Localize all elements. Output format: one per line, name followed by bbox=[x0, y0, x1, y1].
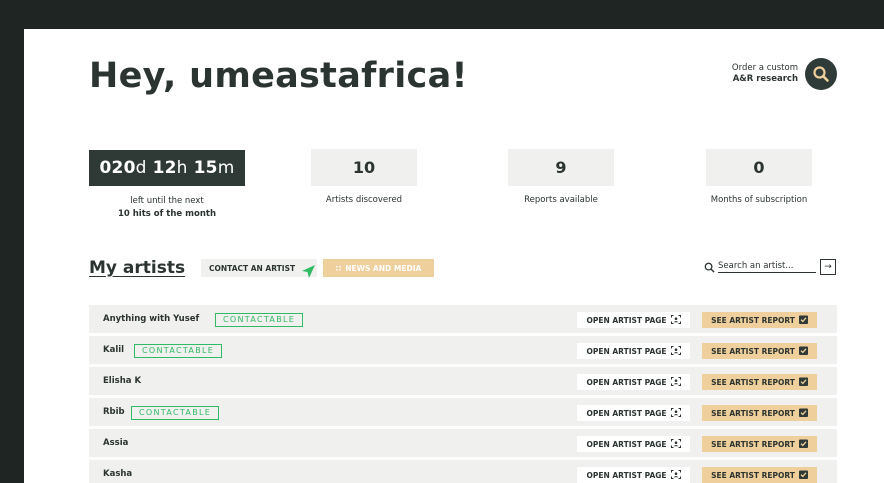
open-artist-page-label: OPEN ARTIST PAGE bbox=[586, 346, 667, 356]
see-artist-report-label: SEE ARTIST REPORT bbox=[711, 470, 795, 480]
see-artist-report-button[interactable]: SEE ARTIST REPORT bbox=[702, 343, 817, 359]
order-research-link[interactable]: Order a custom A&R research bbox=[732, 63, 798, 85]
page-title: Hey, umeastafrica! bbox=[89, 56, 468, 96]
main-card: Hey, umeastafrica! Order a custom A&R re… bbox=[24, 29, 884, 483]
see-artist-report-button[interactable]: SEE ARTIST REPORT bbox=[702, 374, 817, 390]
open-artist-page-label: OPEN ARTIST PAGE bbox=[586, 408, 667, 418]
table-row[interactable]: Kalil CONTACTABLE OPEN ARTIST PAGE SEE ARTI… bbox=[89, 336, 837, 364]
report-check-icon bbox=[795, 346, 808, 357]
contact-artist-label: CONTACT AN ARTIST bbox=[209, 263, 296, 273]
countdown-days: 020 bbox=[99, 158, 136, 178]
countdown-minutes-unit: m bbox=[217, 158, 235, 178]
see-artist-report-label: SEE ARTIST REPORT bbox=[711, 439, 795, 449]
order-research-line1: Order a custom bbox=[731, 63, 798, 73]
contactable-badge: CONTACTABLE bbox=[134, 344, 223, 358]
rss-icon: ∷ bbox=[335, 263, 342, 273]
stat-reports-available-label: Reports available bbox=[524, 195, 598, 205]
artist-name: Kasha bbox=[103, 469, 133, 479]
see-artist-report-label: SEE ARTIST REPORT bbox=[711, 377, 795, 387]
stat-months-subscription-label: Months of subscription bbox=[710, 195, 808, 205]
search-icon bbox=[704, 262, 715, 273]
report-check-icon bbox=[795, 470, 808, 481]
open-artist-page-label: OPEN ARTIST PAGE bbox=[586, 315, 667, 325]
order-research-button[interactable] bbox=[805, 58, 837, 90]
countdown-caption: left until the next 10 hits of the month bbox=[89, 195, 245, 221]
contactable-badge: CONTACTABLE bbox=[215, 313, 304, 327]
stat-artists-discovered-value: 10 bbox=[311, 149, 417, 186]
stat-reports-available-value: 9 bbox=[508, 149, 614, 186]
table-row[interactable]: Rbib CONTACTABLE OPEN ARTIST PAGE SEE ARTIS… bbox=[89, 398, 837, 426]
artist-search bbox=[704, 259, 816, 275]
order-research-line2: A&R research bbox=[732, 74, 798, 84]
profile-scan-icon bbox=[667, 438, 681, 450]
profile-scan-icon bbox=[667, 345, 681, 357]
table-row[interactable]: Elisha K OPEN ARTIST PAGE SEE ARTIST REPOR… bbox=[89, 367, 837, 395]
open-artist-page-button[interactable]: OPEN ARTIST PAGE bbox=[577, 374, 690, 390]
news-media-button[interactable]: ∷ NEWS AND MEDIA bbox=[323, 259, 434, 277]
see-artist-report-button[interactable]: SEE ARTIST REPORT bbox=[702, 312, 817, 328]
open-artist-page-label: OPEN ARTIST PAGE bbox=[586, 377, 667, 387]
artist-name: Assia bbox=[103, 438, 129, 448]
open-artist-page-button[interactable]: OPEN ARTIST PAGE bbox=[577, 467, 690, 483]
countdown-minutes: 15 bbox=[193, 158, 218, 178]
see-artist-report-button[interactable]: SEE ARTIST REPORT bbox=[702, 467, 817, 483]
profile-scan-icon bbox=[667, 407, 681, 419]
stat-artists-discovered-label: Artists discovered bbox=[325, 195, 403, 205]
open-artist-page-button[interactable]: OPEN ARTIST PAGE bbox=[577, 405, 690, 421]
news-media-label: NEWS AND MEDIA bbox=[345, 263, 422, 273]
cursor-arrow-icon bbox=[302, 265, 315, 278]
search-artist-input[interactable] bbox=[718, 261, 816, 273]
contactable-badge: CONTACTABLE bbox=[131, 406, 220, 420]
artist-list: Anything with Yusef CONTACTABLE OPEN ARTIS… bbox=[89, 305, 837, 483]
open-artist-page-label: OPEN ARTIST PAGE bbox=[586, 470, 667, 480]
artist-name: Elisha K bbox=[103, 376, 142, 386]
report-check-icon bbox=[795, 377, 808, 388]
table-row[interactable]: Anything with Yusef CONTACTABLE OPEN ARTIS… bbox=[89, 305, 837, 333]
see-artist-report-button[interactable]: SEE ARTIST REPORT bbox=[702, 405, 817, 421]
open-artist-page-label: OPEN ARTIST PAGE bbox=[586, 439, 667, 449]
see-artist-report-label: SEE ARTIST REPORT bbox=[711, 315, 795, 325]
see-artist-report-label: SEE ARTIST REPORT bbox=[711, 346, 795, 356]
countdown-timer: 020 d 12 h 15 m bbox=[89, 150, 245, 186]
open-artist-page-button[interactable]: OPEN ARTIST PAGE bbox=[577, 436, 690, 452]
search-submit-button[interactable]: → bbox=[820, 259, 836, 275]
artist-name: Kalil bbox=[103, 345, 125, 355]
profile-scan-icon bbox=[667, 469, 681, 481]
open-artist-page-button[interactable]: OPEN ARTIST PAGE bbox=[577, 343, 690, 359]
table-row[interactable]: Kasha OPEN ARTIST PAGE SEE ARTIST REPORT bbox=[89, 460, 837, 483]
countdown-hours: 12 bbox=[152, 158, 177, 178]
my-artists-heading[interactable]: My artists bbox=[89, 258, 185, 278]
report-check-icon bbox=[795, 439, 808, 450]
see-artist-report-button[interactable]: SEE ARTIST REPORT bbox=[702, 436, 817, 452]
profile-scan-icon bbox=[667, 376, 681, 388]
profile-scan-icon bbox=[667, 314, 681, 326]
table-row[interactable]: Assia OPEN ARTIST PAGE SEE ARTIST REPORT bbox=[89, 429, 837, 457]
countdown-caption-line1: left until the next bbox=[130, 196, 204, 206]
countdown-days-unit: d bbox=[135, 158, 147, 178]
countdown-caption-line2: 10 hits of the month bbox=[117, 209, 217, 219]
stat-months-subscription-value: 0 bbox=[706, 149, 812, 186]
artist-name: Rbib bbox=[103, 407, 125, 417]
report-check-icon bbox=[795, 408, 808, 419]
see-artist-report-label: SEE ARTIST REPORT bbox=[711, 408, 795, 418]
countdown-hours-unit: h bbox=[176, 158, 188, 178]
artist-name: Anything with Yusef bbox=[103, 314, 200, 324]
open-artist-page-button[interactable]: OPEN ARTIST PAGE bbox=[577, 312, 690, 328]
report-check-icon bbox=[795, 315, 808, 326]
